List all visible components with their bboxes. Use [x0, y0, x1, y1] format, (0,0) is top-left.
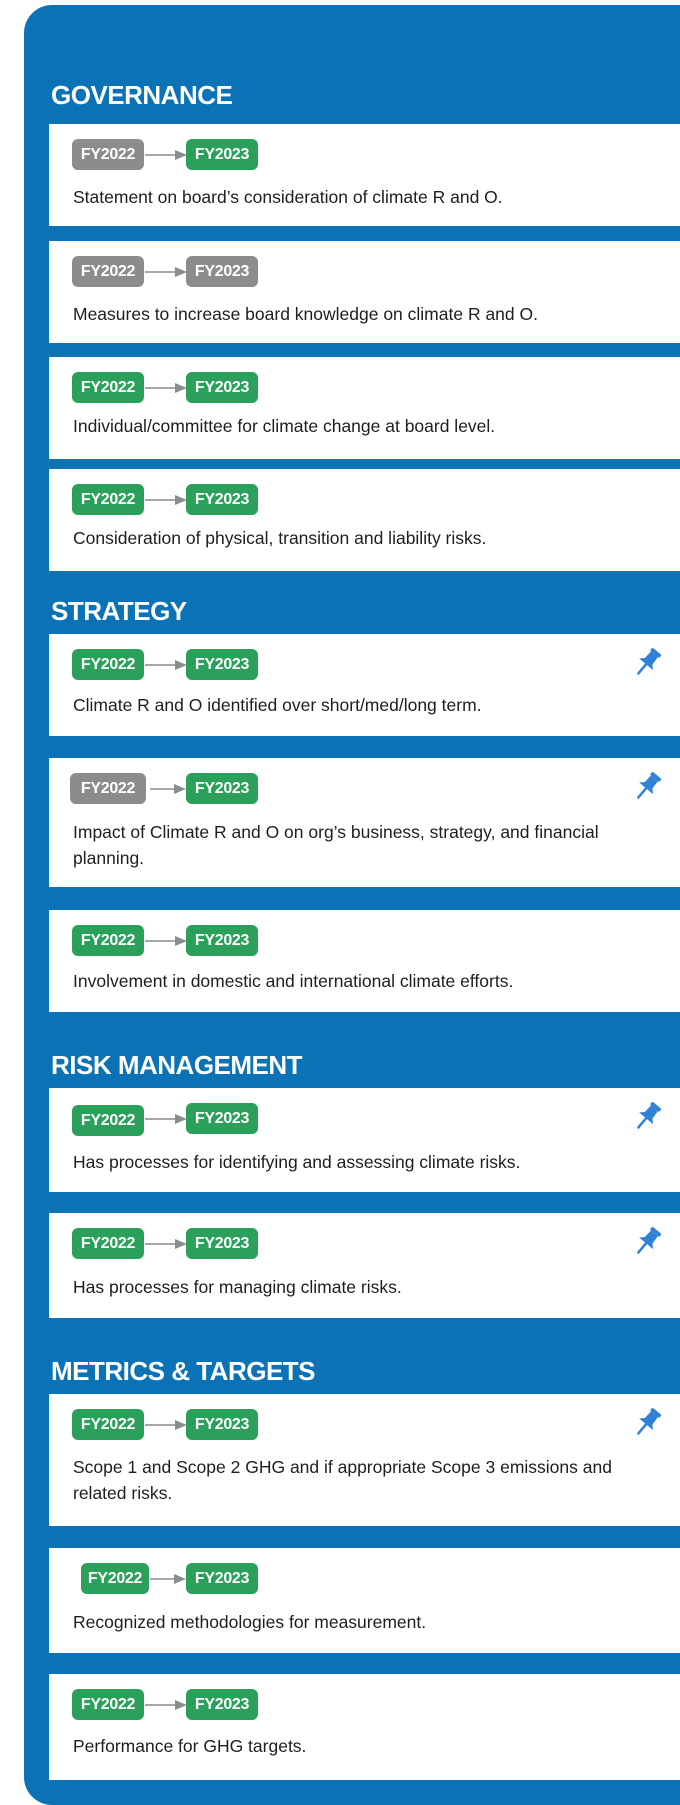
- badge-fy2022: FY2022: [72, 484, 144, 515]
- pushpin-icon: [637, 772, 661, 799]
- pushpin-icon: [637, 1102, 661, 1129]
- badge-transition: FY2022 FY2023: [72, 649, 272, 681]
- badge-fy2022: FY2022: [70, 773, 146, 804]
- arrow-right-icon: [145, 1114, 187, 1124]
- badge-fy2022: FY2022: [81, 1563, 149, 1594]
- badge-transition: FY2022 FY2023: [72, 1689, 272, 1721]
- arrow-right-icon: [145, 1420, 187, 1430]
- badge-fy2022: FY2022: [72, 1689, 144, 1720]
- arrow-right-icon: [145, 150, 187, 160]
- section-title-risk-management: RISK MANAGEMENT: [51, 1050, 303, 1080]
- metrics-targets-item-3: FY2022 FY2023 Performance for GHG target…: [49, 1674, 680, 1780]
- arrow-right-icon: [145, 1700, 187, 1710]
- badge-transition: FY2022 FY2023: [72, 925, 272, 957]
- arrow-right-icon: [145, 267, 187, 277]
- item-description: Has processes for identifying and assess…: [73, 1152, 521, 1172]
- item-description: Recognized methodologies for measurement…: [73, 1612, 427, 1632]
- item-description: Consideration of physical, transition an…: [73, 528, 487, 548]
- badge-fy2023: FY2023: [186, 256, 258, 287]
- badge-fy2023: FY2023: [186, 649, 258, 680]
- badge-fy2023: FY2023: [186, 1103, 258, 1134]
- item-description: Has processes for managing climate risks…: [73, 1277, 402, 1297]
- badge-fy2023: FY2023: [186, 139, 258, 170]
- pushpin-icon: [637, 1408, 661, 1435]
- arrow-right-icon: [145, 936, 187, 946]
- badge-fy2023: FY2023: [186, 925, 258, 956]
- badge-fy2023: FY2023: [186, 1228, 258, 1259]
- badge-fy2023: FY2023: [186, 1409, 258, 1440]
- badge-fy2023: FY2023: [186, 1563, 258, 1594]
- badge-fy2022: FY2022: [72, 139, 144, 170]
- strategy-item-3: FY2022 FY2023 Involvement in domestic an…: [49, 910, 680, 1012]
- pushpin-icon: [637, 1227, 661, 1254]
- badge-transition: FY2022 FY2023: [72, 372, 272, 404]
- metrics-targets-item-1: FY2022 FY2023 Scope 1 and Scope 2 GHG an…: [49, 1394, 680, 1526]
- item-description: Involvement in domestic and internationa…: [73, 971, 514, 991]
- pushpin-icon: [637, 648, 661, 675]
- strategy-item-2: FY2022 FY2023 Impact of Climate R and O …: [49, 758, 680, 887]
- arrow-right-icon: [145, 660, 187, 670]
- arrow-right-icon: [145, 383, 187, 393]
- arrow-right-icon: [145, 1239, 187, 1249]
- badge-fy2022: FY2022: [72, 1228, 144, 1259]
- governance-item-4: FY2022 FY2023 Consideration of physical,…: [49, 469, 680, 571]
- arrow-right-icon: [150, 784, 186, 794]
- item-description: Individual/committee for climate change …: [73, 416, 496, 436]
- badge-transition: FY2022 FY2023: [72, 1103, 272, 1136]
- badge-transition: FY2022 FY2023: [72, 1409, 272, 1441]
- item-description: Performance for GHG targets.: [73, 1736, 307, 1756]
- section-title-strategy: STRATEGY: [51, 596, 187, 626]
- badge-fy2023: FY2023: [186, 773, 258, 804]
- badge-transition: FY2022 FY2023: [72, 256, 272, 288]
- section-title-governance: GOVERNANCE: [51, 80, 233, 110]
- badge-fy2022: FY2022: [72, 649, 144, 680]
- item-description: Statement on board’s consideration of cl…: [73, 187, 503, 207]
- risk-management-item-1: FY2022 FY2023 Has processes for identify…: [49, 1088, 680, 1192]
- badge-fy2023: FY2023: [186, 372, 258, 403]
- badge-fy2023: FY2023: [186, 484, 258, 515]
- badge-fy2022: FY2022: [72, 372, 144, 403]
- badge-transition: FY2022 FY2023: [72, 139, 272, 171]
- badge-transition: FY2022 FY2023: [70, 773, 270, 805]
- badge-transition: FY2022 FY2023: [81, 1563, 281, 1595]
- governance-item-2: FY2022 FY2023 Measures to increase board…: [49, 241, 680, 343]
- badge-fy2023: FY2023: [186, 1689, 258, 1720]
- badge-transition: FY2022 FY2023: [72, 1228, 272, 1260]
- badge-fy2022: FY2022: [72, 256, 144, 287]
- arrow-right-icon: [145, 495, 187, 505]
- section-title-metrics-targets: METRICS & TARGETS: [51, 1356, 316, 1386]
- item-description: Scope 1 and Scope 2 GHG and if appropria…: [73, 1457, 612, 1503]
- badge-fy2022: FY2022: [72, 1105, 144, 1136]
- governance-item-3: FY2022 FY2023 Individual/committee for c…: [49, 357, 680, 459]
- metrics-targets-item-2: FY2022 FY2023 Recognized methodologies f…: [49, 1548, 680, 1653]
- badge-transition: FY2022 FY2023: [72, 484, 272, 516]
- strategy-item-1: FY2022 FY2023 Climate R and O identified…: [49, 634, 680, 736]
- item-description: Climate R and O identified over short/me…: [73, 695, 482, 715]
- badge-fy2022: FY2022: [72, 925, 144, 956]
- item-description: Measures to increase board knowledge on …: [73, 304, 538, 324]
- governance-item-1: FY2022 FY2023 Statement on board’s consi…: [49, 124, 680, 226]
- risk-management-item-2: FY2022 FY2023 Has processes for managing…: [49, 1213, 680, 1318]
- item-description: Impact of Climate R and O on org’s busin…: [73, 822, 599, 868]
- arrow-right-icon: [150, 1574, 186, 1584]
- badge-fy2022: FY2022: [72, 1409, 144, 1440]
